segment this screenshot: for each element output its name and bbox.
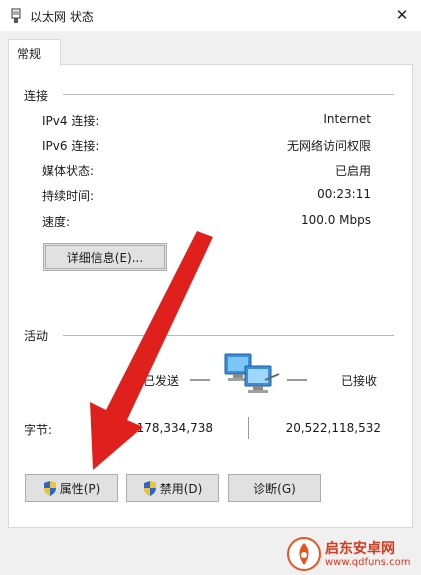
watermark-logo-icon [287,537,321,571]
uac-shield-icon [143,480,156,496]
speed-value: 100.0 Mbps [300,213,371,227]
watermark: 启东安卓网 www.qdfuns.com [283,533,421,575]
sent-label: 已发送 [143,374,180,388]
window-title: 以太网 状态 [30,10,94,24]
title-bar: 以太网 状态 ✕ [0,0,421,31]
disable-button[interactable]: 禁用(D) [126,474,219,502]
connection-divider [63,94,394,95]
disable-button-label: 禁用(D) [159,481,203,496]
ipv6-value: 无网络访问权限 [286,139,371,153]
ipv4-value: Internet [323,112,371,126]
activity-divider [63,335,394,336]
connection-heading: 连接 [24,89,49,103]
tab-general-label: 常规 [17,47,42,61]
general-panel: 连接 IPv4 连接: Internet IPv6 连接: 无网络访问权限 媒体… [8,64,413,528]
media-state-value: 已启用 [334,164,371,178]
close-button[interactable]: ✕ [383,0,421,31]
speed-label: 速度: [42,215,71,229]
bytes-label: 字节: [24,423,53,437]
watermark-url: www.qdfuns.com [325,557,411,568]
media-state-label: 媒体状态: [42,164,95,178]
ipv4-label: IPv4 连接: [42,114,100,128]
duration-label: 持续时间: [42,189,95,203]
window-client: 常规 连接 IPv4 连接: Internet IPv6 连接: 无网络访问权限… [0,31,421,575]
properties-button-label: 属性(P) [59,481,101,496]
network-computers-icon [224,353,280,393]
network-adapter-icon [11,8,21,23]
bytes-received-value: 20,522,118,532 [285,421,381,435]
details-button[interactable]: 详细信息(E)... [43,243,167,271]
bytes-sent-value: 9,178,334,738 [125,421,213,435]
duration-value: 00:23:11 [317,187,371,201]
watermark-name: 启东安卓网 [325,541,395,557]
activity-heading: 活动 [24,329,49,343]
received-label: 已接收 [341,374,378,388]
ipv6-label: IPv6 连接: [42,139,100,153]
tab-general[interactable]: 常规 [8,39,61,66]
uac-shield-icon [43,480,56,496]
properties-button[interactable]: 属性(P) [25,474,118,502]
bytes-divider [248,417,249,439]
diagnose-button[interactable]: 诊断(G) [228,474,321,502]
received-line [287,379,307,381]
sent-line [190,379,210,381]
